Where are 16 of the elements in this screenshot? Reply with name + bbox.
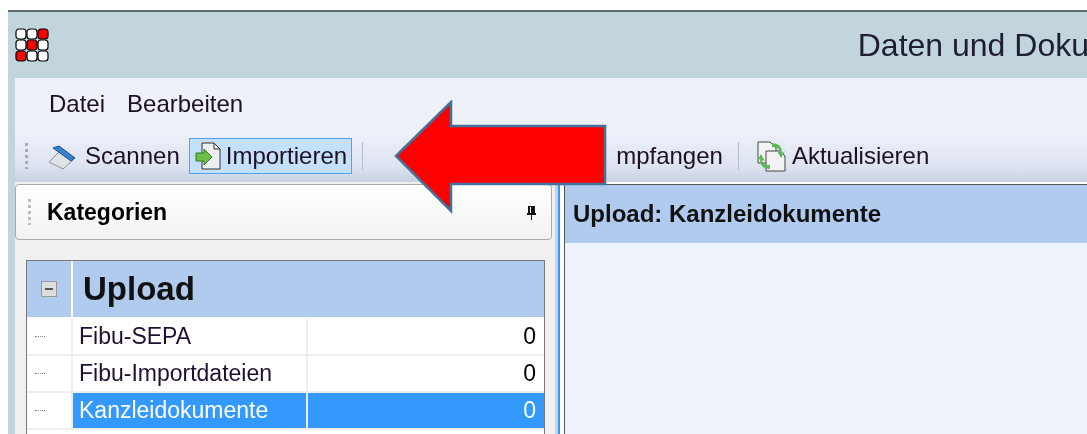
toolbar-button[interactable]: Scannen	[42, 138, 185, 174]
panel-title: Upload: Kanzleidokumente	[565, 185, 1087, 243]
toolbar-button[interactable]: Importieren	[188, 138, 353, 174]
panel-title: Kategorien	[47, 198, 169, 226]
menu-item[interactable]: Bearbeiten	[121, 86, 250, 122]
menu-item[interactable]: Datei	[43, 86, 112, 122]
tree-item[interactable]: Fibu-SEPA 0	[27, 319, 544, 356]
import-icon	[193, 141, 222, 171]
collapse-icon[interactable]	[41, 281, 57, 297]
window-title: Daten und Doku	[857, 26, 1087, 64]
app-logo-icon	[15, 28, 49, 62]
group-row[interactable]: Upload	[27, 261, 544, 319]
group-label: Upload	[82, 269, 195, 309]
toolbar-button[interactable]: mpfangen	[611, 138, 728, 174]
toolbar-button[interactable]: Aktualisieren	[748, 138, 935, 174]
pin-icon[interactable]	[526, 204, 537, 220]
